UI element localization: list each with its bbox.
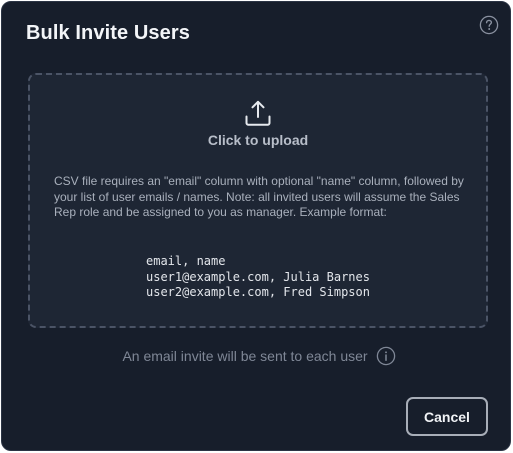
csv-example-format: email, name user1@example.com, Julia Bar… [146,254,370,301]
upload-icon [243,98,273,128]
example-line: user1@example.com, Julia Barnes [146,269,370,284]
info-icon [376,346,396,366]
csv-format-description: CSV file requires an "email" column with… [54,174,464,219]
help-circle-icon [479,15,499,35]
dialog-title: Bulk Invite Users [26,22,190,44]
example-line: email, name [146,254,226,268]
cancel-button[interactable]: Cancel [406,397,488,436]
upload-label: Click to upload [207,132,309,148]
csv-upload-dropzone[interactable]: Click to upload CSV file requires an "em… [28,73,488,328]
invite-note: An email invite will be sent to each use… [2,346,510,366]
help-button[interactable] [479,15,499,35]
invite-note-text: An email invite will be sent to each use… [122,348,368,364]
example-line: user2@example.com, Fred Simpson [146,285,370,299]
bulk-invite-dialog: Bulk Invite Users Click to upload CSV fi… [1,1,511,451]
